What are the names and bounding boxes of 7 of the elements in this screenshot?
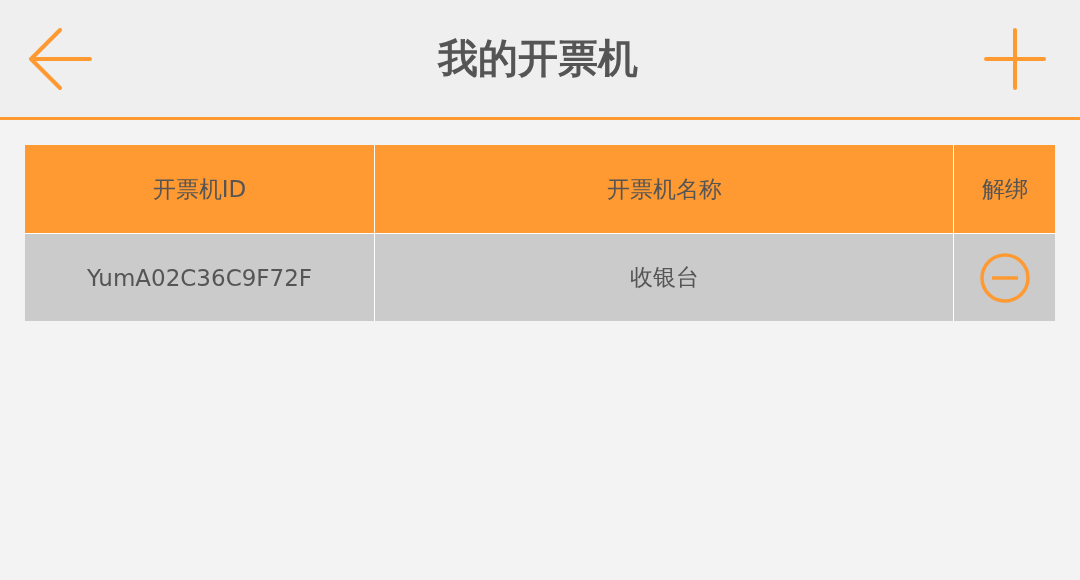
- remove-icon[interactable]: [978, 251, 1031, 304]
- page-title: 我的开票机: [438, 34, 638, 83]
- column-header: 解绑: [980, 174, 1029, 204]
- table-cell: YumA02C36C9F72F: [25, 234, 375, 321]
- add-icon[interactable]: [984, 27, 1046, 90]
- table-cell: 收银台: [375, 234, 954, 321]
- back-arrow-icon[interactable]: [28, 27, 92, 90]
